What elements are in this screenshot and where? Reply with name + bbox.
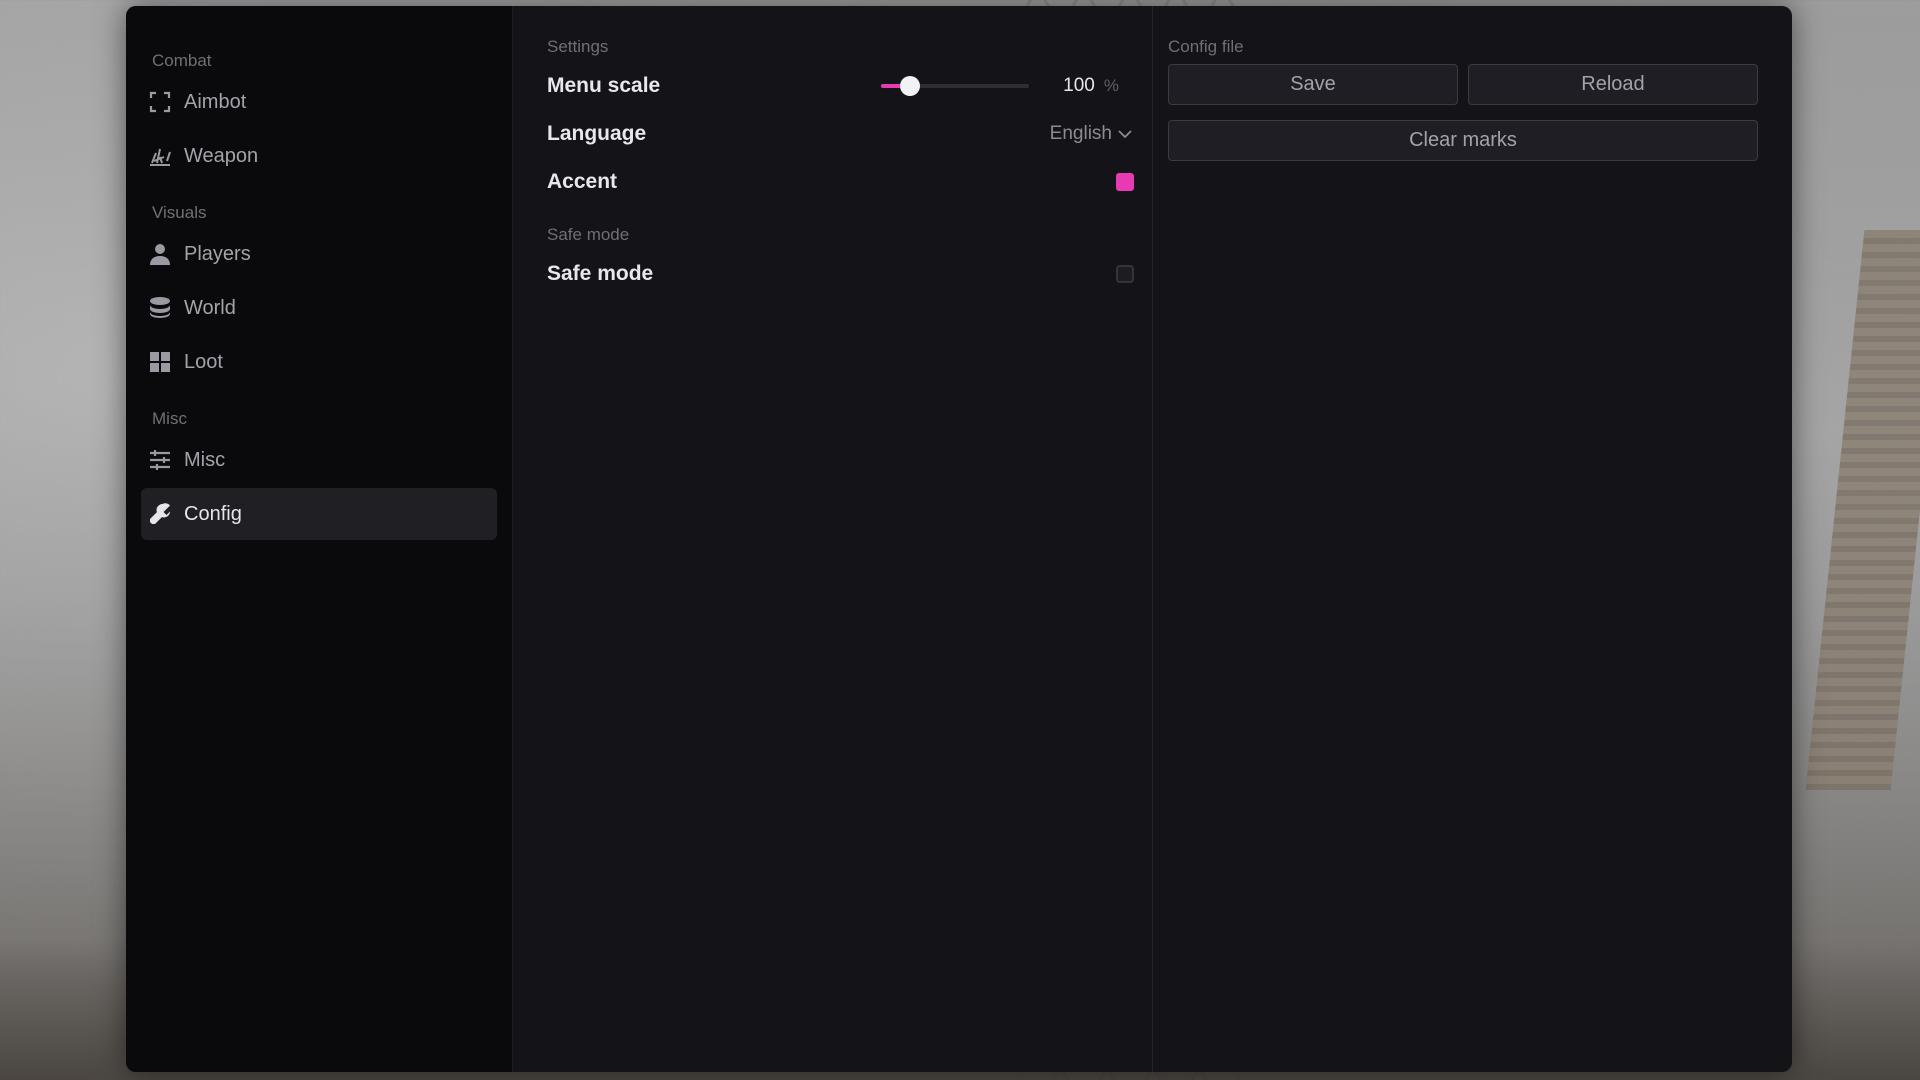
sidebar-item-label: Weapon <box>184 144 259 167</box>
world-layers-icon <box>147 295 173 321</box>
sliders-icon <box>147 447 173 473</box>
nav-group-misc: Misc <box>152 409 187 428</box>
accent-label: Accent <box>547 170 618 193</box>
clear-marks-button[interactable]: Clear marks <box>1168 120 1758 161</box>
safe-mode-section-label: Safe mode <box>547 225 630 244</box>
person-icon <box>147 241 173 267</box>
menu-scale-label: Menu scale <box>547 74 661 97</box>
menu-scale-row: Menu scale 100 % <box>547 62 1137 110</box>
sidebar-item-players[interactable]: Players <box>141 228 497 280</box>
sidebar-item-label: Players <box>184 242 251 265</box>
menu-window: Combat Aimbot Weapon Visuals Players Wor… <box>126 6 1792 1072</box>
sidebar-item-world[interactable]: World <box>141 282 497 334</box>
language-label: Language <box>547 122 647 145</box>
nav-group-visuals: Visuals <box>152 203 207 222</box>
menu-scale-slider-thumb[interactable] <box>900 76 921 96</box>
grid-icon <box>147 349 173 375</box>
config-button-row: Save Reload <box>1168 64 1758 105</box>
language-row: Language English <box>547 110 1137 158</box>
reload-button[interactable]: Reload <box>1468 64 1758 105</box>
menu-scale-slider[interactable] <box>880 76 1029 96</box>
wrench-icon <box>147 501 173 527</box>
nav-group-combat: Combat <box>152 51 212 70</box>
menu-scale-control: 100 % <box>880 75 1137 97</box>
sidebar-item-config[interactable]: Config <box>141 488 497 540</box>
menu-scale-value: 100 <box>1063 75 1095 96</box>
settings-section-label: Settings <box>547 37 609 56</box>
sidebar-item-label: Aimbot <box>184 90 247 113</box>
menu-scale-unit: % <box>1103 76 1119 95</box>
config-section-label: Config file <box>1168 37 1244 56</box>
sidebar-item-misc[interactable]: Misc <box>141 434 497 486</box>
safe-mode-checkbox[interactable] <box>1116 265 1134 283</box>
weapon-icon <box>147 143 173 169</box>
sidebar-item-aimbot[interactable]: Aimbot <box>141 76 497 128</box>
background-building <box>1805 230 1920 790</box>
settings-panel: Settings Menu scale 100 % Language Engli… <box>513 6 1153 1072</box>
language-dropdown[interactable]: English <box>1050 123 1132 145</box>
sidebar-item-loot[interactable]: Loot <box>141 336 497 388</box>
accent-row: Accent <box>547 158 1137 206</box>
accent-color-swatch[interactable] <box>1116 173 1134 191</box>
language-value: English <box>1049 123 1112 144</box>
safe-mode-row: Safe mode <box>547 250 1137 298</box>
sidebar-item-label: Misc <box>184 448 226 471</box>
sidebar: Combat Aimbot Weapon Visuals Players Wor… <box>126 6 513 1072</box>
safe-mode-label: Safe mode <box>547 262 654 285</box>
sidebar-item-weapon[interactable]: Weapon <box>141 130 497 182</box>
save-button[interactable]: Save <box>1168 64 1458 105</box>
crosshair-frame-icon <box>147 89 173 115</box>
sidebar-item-label: Loot <box>184 350 223 373</box>
sidebar-item-label: World <box>184 296 236 319</box>
sidebar-item-label: Config <box>184 502 242 525</box>
config-panel: Config file Save Reload Clear marks <box>1153 6 1792 1072</box>
chevron-down-icon <box>1118 130 1132 139</box>
